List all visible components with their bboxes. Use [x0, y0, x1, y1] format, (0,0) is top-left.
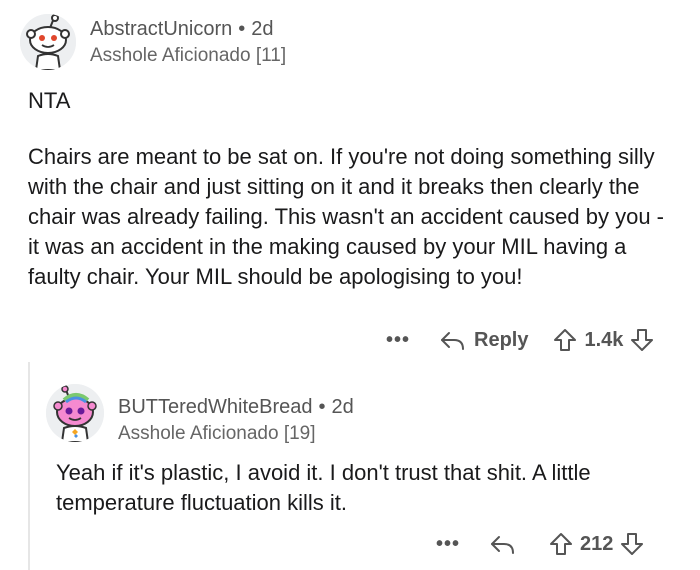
comment-actions: ••• Reply 1.4k — [386, 328, 654, 352]
snoo-avatar-icon — [20, 14, 76, 70]
more-options-icon[interactable]: ••• — [386, 329, 410, 352]
comment-age: 2d — [251, 18, 274, 40]
reply-button[interactable]: Reply — [440, 329, 528, 352]
vote-controls: 1.4k — [554, 328, 654, 352]
comment-paragraph: Yeah if it's plastic, I avoid it. I don'… — [56, 460, 591, 515]
vote-score: 1.4k — [584, 328, 624, 351]
reply-label: Reply — [474, 328, 529, 351]
upvote-arrow-icon[interactable] — [550, 532, 573, 556]
reply-button[interactable] — [490, 534, 524, 554]
comment-meta: BUTTeredWhiteBread • 2d Asshole Aficionado… — [118, 396, 354, 445]
avatar[interactable] — [46, 384, 104, 442]
comment-paragraph: Chairs are meant to be sat on. If you're… — [28, 144, 665, 289]
author-name[interactable]: BUTTeredWhiteBread — [118, 396, 313, 418]
author-name[interactable]: AbstractUnicorn — [90, 18, 232, 40]
upvote-arrow-icon[interactable] — [554, 328, 577, 352]
comment-meta: AbstractUnicorn • 2d Asshole Aficionado [1… — [90, 18, 286, 67]
more-options-icon[interactable]: ••• — [436, 533, 460, 556]
vote-controls: 212 — [550, 532, 644, 556]
user-flair: Asshole Aficionado [11] — [90, 45, 287, 66]
comment-age: 2d — [331, 396, 354, 418]
downvote-arrow-icon[interactable] — [621, 532, 644, 556]
meta-separator: • — [318, 396, 326, 418]
comment-body: Yeah if it's plastic, I avoid it. I don'… — [56, 458, 676, 518]
meta-separator: • — [238, 18, 246, 40]
comment-butteredwhitebread: BUTTeredWhiteBread • 2d Asshole Aficionado… — [0, 362, 700, 570]
snoo-avatar-icon — [46, 384, 104, 442]
reply-arrow-icon — [441, 332, 465, 350]
comment-abstractunicorn: AbstractUnicorn • 2d Asshole Aficionado [1… — [0, 0, 700, 362]
vote-score: 212 — [580, 532, 614, 555]
author-line: AbstractUnicorn • 2d — [90, 18, 286, 41]
comment-lead: NTA — [28, 88, 71, 113]
comment-actions: ••• 212 — [436, 532, 644, 556]
comment-body: NTA Chairs are meant to be sat on. If yo… — [28, 86, 678, 292]
reply-arrow-icon — [491, 536, 515, 554]
user-flair: Asshole Aficionado [19] — [118, 423, 316, 444]
author-line: BUTTeredWhiteBread • 2d — [118, 396, 354, 419]
avatar[interactable] — [20, 14, 76, 70]
downvote-arrow-icon[interactable] — [631, 328, 654, 352]
